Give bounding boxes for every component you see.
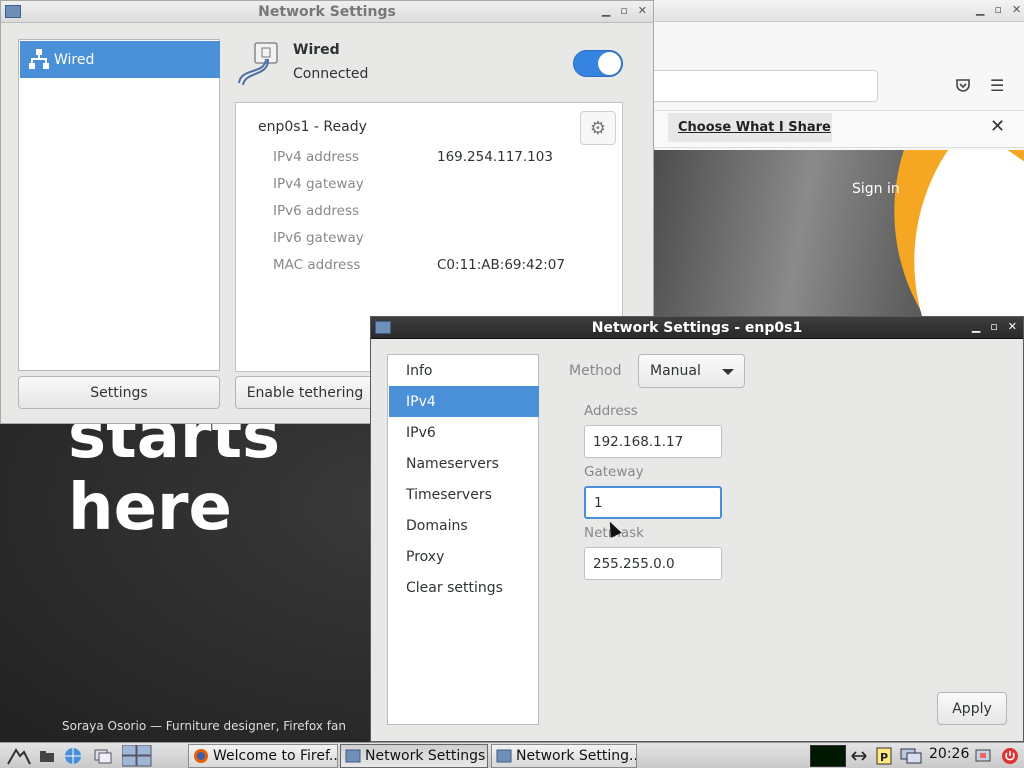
method-dropdown[interactable]: Manual — [638, 354, 745, 388]
choose-what-i-share-button[interactable]: Choose What I Share — [668, 113, 832, 142]
window-controls: ▁ ▫ ✕ — [602, 4, 647, 17]
window-controls: ▁ ▫ ✕ — [972, 320, 1017, 333]
chevron-down-icon — [722, 369, 734, 375]
taskbar-item-label: Network Setting... — [516, 748, 637, 764]
method-label: Method — [569, 363, 622, 379]
address-field[interactable] — [584, 425, 722, 458]
detail-row: MAC address C0:11:AB:69:42:07 — [273, 257, 613, 277]
taskbar-item-network-settings-enp0s1[interactable]: Network Setting... — [491, 744, 637, 768]
dialog-title: Network Settings - enp0s1 — [591, 320, 803, 336]
clock[interactable]: 20:26 — [929, 746, 969, 762]
enable-tethering-button[interactable]: Enable tethering — [235, 376, 375, 409]
workspace-switcher-icon[interactable] — [122, 745, 152, 767]
toggle-knob — [598, 52, 621, 75]
connection-status: Connected — [293, 66, 369, 82]
show-desktop-icon[interactable] — [94, 747, 112, 765]
connection-toggle[interactable] — [573, 50, 623, 77]
url-bar[interactable] — [654, 70, 878, 102]
firefox-window-controls: ▁ ▫ ✕ — [976, 3, 1021, 16]
close-icon[interactable]: ✕ — [1008, 320, 1017, 333]
dialog-titlebar[interactable]: Network Settings - enp0s1 ▁ ▫ ✕ — [371, 317, 1023, 339]
detail-key: IPv6 gateway — [273, 230, 364, 246]
close-icon[interactable]: ✕ — [990, 116, 1005, 137]
nav-item-timeservers[interactable]: Timeservers — [389, 479, 539, 510]
gear-icon[interactable]: ⚙ — [580, 111, 616, 145]
detail-row: IPv6 gateway — [273, 230, 613, 250]
nav-item-domains[interactable]: Domains — [389, 510, 539, 541]
network-settings-enp0s1-dialog: Network Settings - enp0s1 ▁ ▫ ✕ Info IPv… — [370, 316, 1024, 742]
power-icon[interactable] — [1001, 747, 1019, 765]
window-title: Network Settings — [258, 4, 396, 20]
detail-value: C0:11:AB:69:42:07 — [437, 257, 565, 273]
nav-item-ipv4[interactable]: IPv4 — [389, 386, 539, 417]
taskbar-item-network-settings[interactable]: Network Settings — [340, 744, 488, 768]
maximize-icon[interactable]: ▫ — [620, 4, 627, 17]
minimize-icon[interactable]: ▁ — [976, 3, 984, 16]
connection-list: Wired — [18, 39, 220, 371]
gateway-field[interactable] — [584, 486, 722, 519]
settings-category-list: Info IPv4 IPv6 Nameservers Timeservers D… — [387, 354, 539, 725]
ethernet-cable-icon — [238, 42, 278, 86]
detail-key: IPv6 address — [273, 203, 360, 219]
connection-item-label: Wired — [54, 51, 95, 68]
settings-button[interactable]: Settings — [18, 376, 220, 409]
nav-item-clear-settings[interactable]: Clear settings — [389, 572, 539, 603]
cpu-monitor-graph — [810, 745, 846, 767]
nav-item-ipv6[interactable]: IPv6 — [389, 417, 539, 448]
window-icon — [496, 749, 512, 763]
detail-row: IPv4 gateway — [273, 176, 613, 196]
device-status: enp0s1 - Ready — [258, 119, 367, 135]
apply-button[interactable]: Apply — [937, 692, 1007, 725]
web-browser-icon[interactable] — [64, 747, 82, 765]
photo-caption: Soraya Osorio — Furniture designer, Fire… — [62, 719, 346, 733]
taskbar: Welcome to Firef... Network Settings Net… — [0, 742, 1024, 768]
firefox-icon — [194, 749, 208, 763]
svg-text:P: P — [880, 751, 888, 764]
nav-item-proxy[interactable]: Proxy — [389, 541, 539, 572]
sign-in-link[interactable]: Sign in — [852, 181, 900, 197]
detail-key: MAC address — [273, 257, 361, 273]
close-icon[interactable]: ✕ — [638, 4, 647, 17]
connection-name: Wired — [293, 42, 340, 58]
hamburger-menu-icon[interactable]: ☰ — [990, 76, 1004, 95]
address-label: Address — [584, 403, 638, 419]
window-icon — [345, 749, 361, 763]
pocket-icon[interactable] — [955, 77, 971, 97]
netmask-field[interactable] — [584, 547, 722, 580]
maximize-icon[interactable]: ▫ — [994, 3, 1001, 16]
network-status-icon[interactable] — [900, 747, 922, 765]
taskbar-item-label: Network Settings — [365, 748, 486, 764]
detail-value: 169.254.117.103 — [437, 149, 553, 165]
detail-row: IPv6 address — [273, 203, 613, 223]
minimize-icon[interactable]: ▁ — [972, 320, 980, 333]
detail-key: IPv4 gateway — [273, 176, 364, 192]
nav-item-nameservers[interactable]: Nameservers — [389, 448, 539, 479]
hero-line-2: here — [68, 471, 232, 545]
minimize-icon[interactable]: ▁ — [602, 4, 610, 17]
start-menu-icon[interactable] — [6, 747, 32, 765]
network-transfer-icon[interactable] — [850, 747, 868, 765]
gateway-label: Gateway — [584, 464, 644, 480]
method-value: Manual — [650, 363, 701, 379]
window-titlebar[interactable]: Network Settings ▁ ▫ ✕ — [1, 1, 653, 23]
connection-item-wired[interactable]: Wired — [20, 41, 220, 78]
network-wired-icon — [29, 49, 49, 69]
clipboard-icon[interactable]: P — [875, 747, 893, 765]
detail-key: IPv4 address — [273, 149, 360, 165]
screen-lock-icon[interactable] — [974, 747, 992, 765]
taskbar-item-firefox[interactable]: Welcome to Firef... — [188, 744, 338, 768]
close-icon[interactable]: ✕ — [1012, 3, 1021, 16]
detail-row: IPv4 address 169.254.117.103 — [273, 149, 613, 169]
taskbar-item-label: Welcome to Firef... — [213, 748, 338, 764]
file-manager-icon[interactable] — [38, 747, 56, 765]
maximize-icon[interactable]: ▫ — [990, 320, 997, 333]
nav-item-info[interactable]: Info — [389, 355, 539, 386]
